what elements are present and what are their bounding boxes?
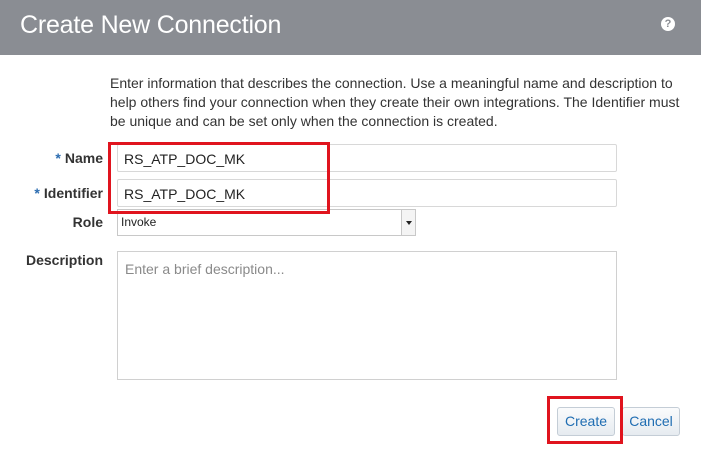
required-marker: *	[34, 185, 40, 201]
intro-text: Enter information that describes the con…	[110, 75, 680, 129]
role-select-value: Invoke	[121, 215, 157, 229]
description-textarea[interactable]: Enter a brief description...	[117, 251, 617, 380]
help-icon[interactable]: ?	[661, 17, 675, 31]
role-label: Role	[72, 214, 103, 230]
dialog-title: Create New Connection	[20, 11, 282, 39]
chevron-down-icon	[401, 210, 415, 235]
description-label: Description	[25, 252, 103, 268]
highlight-box-fields	[108, 142, 330, 214]
identifier-label: * Identifier	[34, 185, 103, 201]
cancel-button[interactable]: Cancel	[622, 407, 680, 436]
description-placeholder: Enter a brief description...	[125, 261, 285, 277]
dialog-titlebar: Create New Connection ?	[0, 0, 701, 55]
highlight-box-create	[547, 396, 623, 444]
name-label: * Name	[55, 150, 103, 166]
required-marker: *	[55, 150, 61, 166]
